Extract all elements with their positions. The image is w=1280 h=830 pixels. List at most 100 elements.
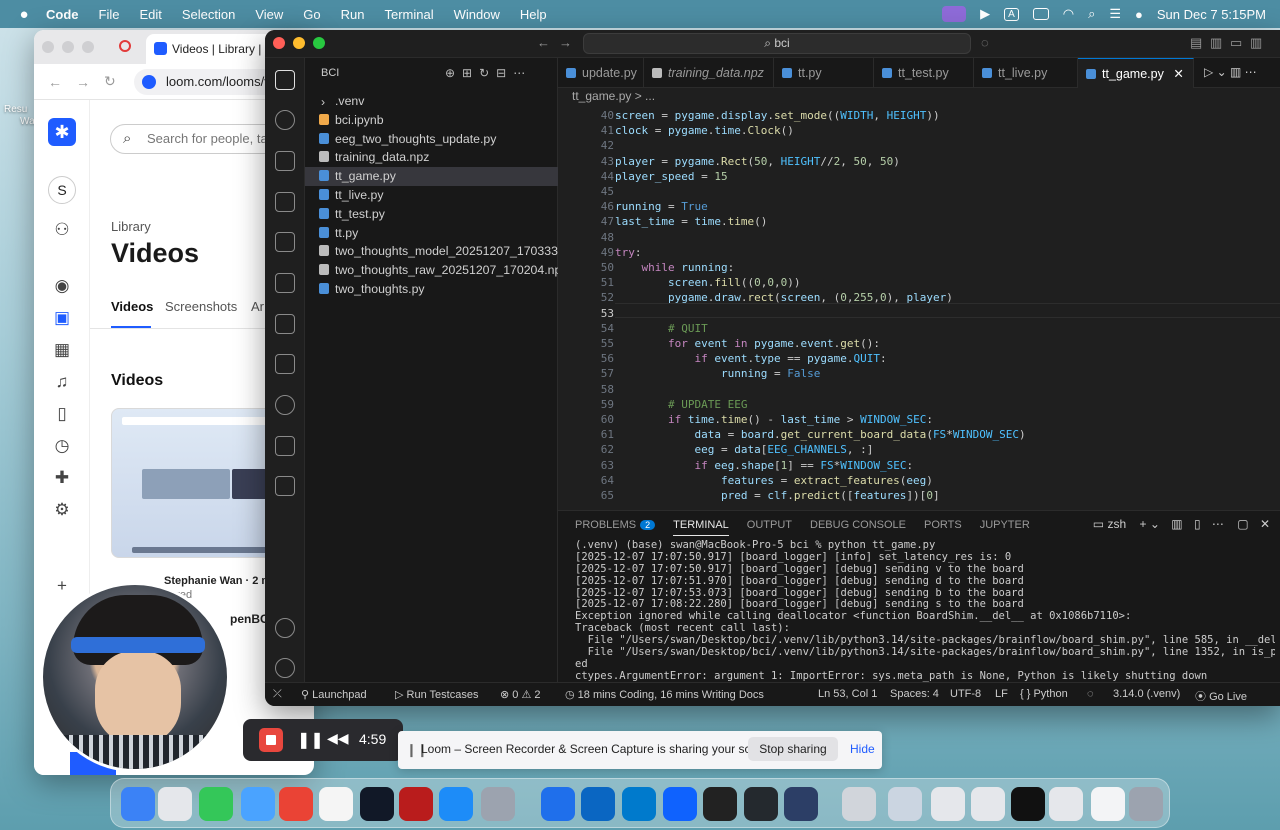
toggle-sidebar-icon[interactable]: ▥ [1210,35,1222,51]
code-line[interactable]: running = True [615,199,708,214]
code-line[interactable]: running = False [615,366,820,381]
window-thumb-icon[interactable] [888,787,922,821]
menu-view[interactable]: View [255,7,283,22]
clock-icon[interactable]: ◷ [52,436,72,456]
code-line[interactable]: try: [615,245,642,260]
folder-icon[interactable] [275,354,295,374]
code-line[interactable]: # UPDATE EEG [615,397,747,412]
code-line[interactable]: data = board.get_current_board_data(FS*W… [615,427,1025,442]
github-icon[interactable] [744,787,778,821]
code-line[interactable]: while running: [615,260,735,275]
spotlight-icon[interactable]: ⌕ [1088,6,1095,22]
window-thumb-icon[interactable] [1011,787,1045,821]
autodesk-icon[interactable] [399,787,433,821]
remote-indicator-icon[interactable]: ⤫ [273,688,282,701]
stop-recording-button[interactable] [259,728,283,752]
zoom-window-button[interactable] [82,41,94,53]
wifi-icon[interactable]: ◠ [1063,6,1074,22]
code-line[interactable]: player = pygame.Rect(50, HEIGHT//2, 50, … [615,154,900,169]
forward-arrow-icon[interactable]: → [559,35,572,50]
cursor-position[interactable]: Ln 53, Col 1 [818,688,877,700]
restart-icon[interactable]: ◀◀ [327,730,349,747]
editor-tab[interactable]: training_data.npz [644,58,774,88]
desktop-file-label[interactable]: Resu Wa [4,104,35,128]
preview-icon[interactable] [842,787,876,821]
code-line[interactable]: eeg = data[EEG_CHANNELS, :] [615,442,873,457]
menu-file[interactable]: File [99,7,120,22]
menu-help[interactable]: Help [520,7,547,22]
back-arrow-icon[interactable]: ← [537,35,550,50]
apple-icon[interactable]: ● [16,6,32,23]
encoding-status[interactable]: UTF-8 [950,688,981,700]
file-tree-item[interactable]: bci.ipynb [305,111,558,130]
menu-terminal[interactable]: Terminal [385,7,434,22]
wakatime-status[interactable]: ◷ 18 mins Coding, 16 mins Writing Docs [565,688,764,701]
chart-icon[interactable] [275,476,295,496]
terminal-output[interactable]: (.venv) (base) swan@MacBook-Pro-5 bci % … [575,540,1275,695]
tab-archive[interactable]: Ar [251,299,264,314]
screen-share-icon[interactable] [942,6,967,22]
panel-tab-debug-console[interactable]: DEBUG CONSOLE [810,519,906,531]
close-tab-icon[interactable]: ✕ [1170,67,1183,81]
menu-edit[interactable]: Edit [139,7,161,22]
code-line[interactable]: if time.time() - last_time > WINDOW_SEC: [615,412,933,427]
menu-selection[interactable]: Selection [182,7,235,22]
close-window-button[interactable] [42,41,54,53]
app-store-icon[interactable] [439,787,473,821]
trash-icon[interactable]: ▯ [1194,517,1201,531]
docker-icon[interactable] [784,787,818,821]
menu-datetime[interactable]: Sun Dec 7 5:15PM [1157,7,1266,22]
control-center-icon[interactable]: ☰ [1109,6,1121,22]
quicktime-icon[interactable] [663,787,697,821]
manage-gear-icon[interactable] [275,658,295,678]
file-tree-item[interactable]: tt_game.py [305,167,558,187]
messages-icon[interactable] [199,787,233,821]
command-center-search[interactable]: ⌕ bci [583,33,971,54]
explorer-icon[interactable] [275,70,295,90]
workspace-avatar[interactable]: S [48,176,76,204]
indentation-status[interactable]: Spaces: 4 [890,688,939,700]
problems-status[interactable]: ⊗ 0 ⚠ 2 [500,688,540,701]
file-tree-item[interactable]: tt_live.py [305,186,558,205]
eol-status[interactable]: LF [995,688,1008,700]
testing-icon[interactable] [275,314,295,334]
video-thumbnail[interactable] [111,408,291,558]
profile-icon[interactable]: ◉ [52,276,72,296]
panel-tab-ports[interactable]: PORTS [924,519,962,531]
close-panel-icon[interactable]: ✕ [1260,517,1270,531]
webcam-bubble[interactable] [40,582,230,772]
code-line[interactable]: if eeg.shape[1] == FS*WINDOW_SEC: [615,458,913,473]
file-tree-item[interactable]: eeg_two_thoughts_update.py [305,130,558,149]
text-input-icon[interactable]: A [1004,7,1019,21]
zoom-window-button[interactable] [313,37,325,49]
file-tree-item[interactable]: two_thoughts.py [305,280,558,299]
run-file-icon[interactable]: ▷ ⌄ ▥ ⋯ [1204,65,1257,79]
menu-run[interactable]: Run [341,7,365,22]
file-tree-item[interactable]: tt_test.py [305,205,558,224]
tab-screenshots[interactable]: Screenshots [165,299,237,314]
minimize-window-button[interactable] [293,37,305,49]
trash-icon[interactable] [1129,787,1163,821]
copilot-icon[interactable]: ◌ [981,35,989,50]
python-interpreter[interactable]: 3.14.0 (.venv) [1113,688,1180,700]
play-icon[interactable]: ▶ [980,6,990,22]
settings-gear-icon[interactable]: ⚙ [52,500,72,520]
breadcrumb[interactable]: tt_game.py > ... [572,89,655,103]
battery-icon[interactable] [1032,8,1049,20]
language-mode[interactable]: { } Python [1020,688,1068,700]
panel-tab-terminal[interactable]: TERMINAL [673,514,729,536]
panel-tab-output[interactable]: OUTPUT [747,519,792,531]
minimize-window-button[interactable] [62,41,74,53]
graph-icon[interactable] [275,436,295,456]
code-line[interactable]: player_speed = 15 [615,169,728,184]
editor-tab[interactable]: tt_test.py [874,58,974,88]
new-terminal-icon[interactable]: + ⌄ [1140,517,1160,531]
code-line[interactable]: last_time = time.time() [615,214,767,229]
code-line[interactable]: features = extract_features(eeg) [615,473,933,488]
code-line[interactable]: screen.fill((0,0,0)) [615,275,801,290]
menu-app-name[interactable]: Code [46,7,79,22]
go-live-button[interactable]: ⦿ Go Live [1195,688,1247,704]
keynote-icon[interactable] [541,787,575,821]
panel-tab-problems[interactable]: PROBLEMS 2 [575,519,656,531]
maximize-panel-icon[interactable]: ▢ [1237,517,1248,531]
